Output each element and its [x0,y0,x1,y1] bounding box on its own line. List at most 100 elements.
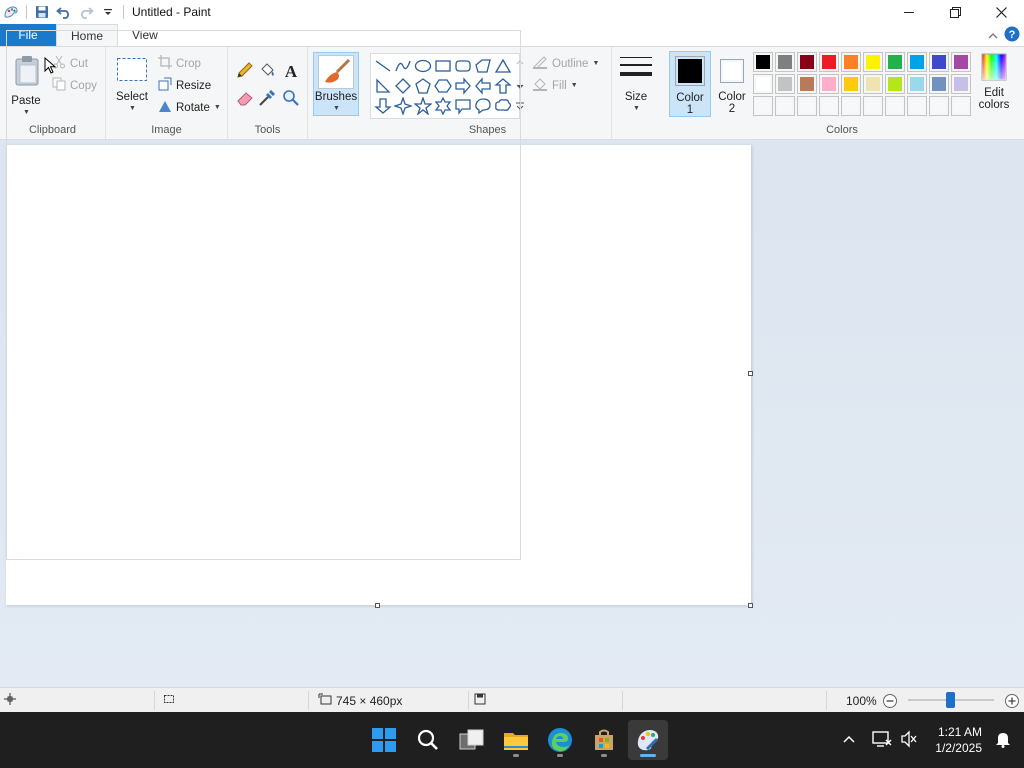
rect-callout-shape-icon[interactable] [453,96,473,116]
hexagon-shape-icon[interactable] [433,76,453,96]
palette-swatch[interactable] [797,52,817,72]
start-button[interactable] [364,720,404,760]
palette-swatch[interactable] [951,52,971,72]
palette-swatch[interactable] [907,52,927,72]
palette-swatch[interactable] [885,52,905,72]
oval-callout-shape-icon[interactable] [473,96,493,116]
palette-swatch[interactable] [753,74,773,94]
palette-swatch[interactable] [775,96,795,116]
five-point-star-shape-icon[interactable] [413,96,433,116]
tab-view[interactable]: View [118,24,172,46]
pencil-icon[interactable] [236,61,254,79]
file-explorer-button[interactable] [496,720,536,760]
four-point-star-shape-icon[interactable] [393,96,413,116]
six-point-star-shape-icon[interactable] [433,96,453,116]
edit-colors-button[interactable]: Edit colors [973,51,1015,117]
palette-swatch[interactable] [841,52,861,72]
shapes-scroll[interactable] [514,55,526,115]
palette-swatch[interactable] [841,96,861,116]
palette-swatch[interactable] [863,52,883,72]
triangle-shape-icon[interactable] [493,56,513,76]
help-icon[interactable]: ? [1004,26,1020,45]
palette-swatch[interactable] [907,96,927,116]
palette-swatch[interactable] [775,74,795,94]
palette-swatch[interactable] [929,52,949,72]
show-hidden-icons-button[interactable] [842,732,856,749]
zoom-slider[interactable] [908,688,994,713]
palette-swatch[interactable] [797,74,817,94]
palette-swatch[interactable] [819,96,839,116]
text-icon[interactable]: A [282,61,300,81]
palette-swatch[interactable] [951,74,971,94]
tab-file[interactable]: File [0,24,56,46]
palette-swatch[interactable] [841,74,861,94]
canvas-resize-handle-right[interactable] [748,371,753,376]
palette-swatch[interactable] [929,96,949,116]
palette-swatch[interactable] [951,96,971,116]
edge-button[interactable] [540,720,580,760]
zoom-slider-thumb[interactable] [946,692,955,708]
close-button[interactable] [978,0,1024,24]
palette-swatch[interactable] [907,74,927,94]
curve-shape-icon[interactable] [393,56,413,76]
outline-button[interactable]: Outline ▼ [532,55,599,72]
minimize-button[interactable] [886,0,932,24]
paste-button[interactable]: Paste ▼ [10,53,44,116]
palette-swatch[interactable] [863,74,883,94]
crop-button[interactable]: Crop [158,55,201,72]
rounded-rectangle-shape-icon[interactable] [453,56,473,76]
right-arrow-shape-icon[interactable] [453,76,473,96]
color-picker-icon[interactable] [258,89,276,107]
rotate-button[interactable]: Rotate ▼ [158,99,221,116]
down-arrow-shape-icon[interactable] [373,96,393,116]
select-button[interactable]: Select ▼ [114,55,150,115]
eraser-icon[interactable] [236,89,254,107]
rectangle-shape-icon[interactable] [433,56,453,76]
fill-button[interactable]: Fill ▼ [532,77,578,94]
size-button[interactable]: Size ▼ [612,51,660,117]
palette-swatch[interactable] [819,52,839,72]
canvas-resize-handle-corner[interactable] [748,603,753,608]
palette-swatch[interactable] [753,96,773,116]
notifications-icon[interactable] [994,730,1012,751]
polygon-shape-icon[interactable] [473,56,493,76]
zoom-out-button[interactable] [882,688,898,713]
palette-swatch[interactable] [863,96,883,116]
collapse-ribbon-icon[interactable] [988,29,998,43]
store-button[interactable] [584,720,624,760]
color1-button[interactable]: Color 1 [669,51,711,117]
system-clock[interactable]: 1:21 AM 1/2/2025 [935,724,982,756]
save-icon[interactable] [31,1,53,23]
palette-swatch[interactable] [753,52,773,72]
pentagon-shape-icon[interactable] [413,76,433,96]
left-arrow-shape-icon[interactable] [473,76,493,96]
customize-quick-access-icon[interactable] [97,1,119,23]
resize-button[interactable]: Resize [158,77,211,94]
restore-button[interactable] [932,0,978,24]
paint-taskbar-button[interactable] [628,720,668,760]
network-icon[interactable] [872,730,892,751]
zoom-in-button[interactable] [1004,688,1020,713]
palette-swatch[interactable] [797,96,817,116]
undo-icon[interactable] [53,1,75,23]
palette-swatch[interactable] [885,74,905,94]
up-arrow-shape-icon[interactable] [493,76,513,96]
drawing-canvas[interactable] [6,145,751,605]
palette-swatch[interactable] [819,74,839,94]
search-button[interactable] [408,720,448,760]
redo-icon[interactable] [75,1,97,23]
diamond-shape-icon[interactable] [393,76,413,96]
volume-icon[interactable] [900,730,918,751]
magnifier-icon[interactable] [282,89,300,107]
fill-bucket-icon[interactable] [258,61,276,79]
palette-swatch[interactable] [885,96,905,116]
oval-shape-icon[interactable] [413,56,433,76]
line-shape-icon[interactable] [373,56,393,76]
right-triangle-shape-icon[interactable] [373,76,393,96]
color2-button[interactable]: Color 2 [712,51,752,117]
brushes-button[interactable]: Brushes ▼ [313,52,359,116]
palette-swatch[interactable] [775,52,795,72]
task-view-button[interactable] [452,720,492,760]
canvas-resize-handle-bottom[interactable] [375,603,380,608]
paint-app-icon[interactable] [0,1,22,23]
